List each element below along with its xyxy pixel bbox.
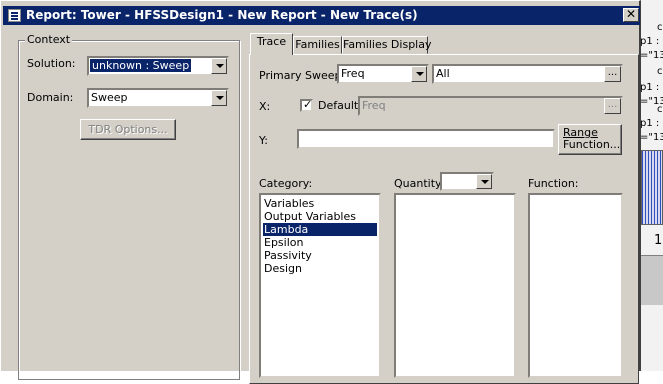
check-icon: ✓ xyxy=(303,98,313,111)
bg-text: 1 xyxy=(654,233,663,248)
bg-text: p1 : xyxy=(640,36,660,47)
primary-sweep-range-field[interactable]: All ... xyxy=(432,64,623,84)
x-expression-value: Freq xyxy=(362,99,386,112)
bg-text: c xyxy=(657,104,663,115)
quantity-filter-dropdown[interactable] xyxy=(440,172,494,191)
solution-label: Solution: xyxy=(27,57,76,70)
default-checkbox[interactable]: ✓ xyxy=(300,98,313,112)
function-label: Function: xyxy=(528,177,579,190)
y-label: Y: xyxy=(259,134,268,147)
bg-text: c xyxy=(657,66,663,77)
x-expression-field[interactable]: Freq ... xyxy=(358,96,623,116)
title-bar[interactable]: Report: Tower - HFSSDesign1 - New Report… xyxy=(3,6,640,25)
list-item[interactable]: Passivity xyxy=(263,249,312,262)
domain-label: Domain: xyxy=(27,91,74,104)
default-label: Default xyxy=(318,99,359,112)
primary-sweep-label: Primary Sweep: xyxy=(259,69,346,82)
window-title: Report: Tower - HFSSDesign1 - New Report… xyxy=(26,8,418,22)
primary-sweep-range-value: All xyxy=(436,67,450,80)
domain-value: Sweep xyxy=(91,91,128,104)
chevron-down-icon[interactable] xyxy=(211,58,227,74)
function-list[interactable] xyxy=(528,193,623,378)
list-item[interactable]: Variables xyxy=(263,197,314,210)
bg-text: p1 : xyxy=(640,118,660,129)
category-list[interactable]: Variables Output Variables Lambda Epsilo… xyxy=(259,193,381,378)
tdr-options-button[interactable]: TDR Options... xyxy=(80,119,176,140)
primary-sweep-dropdown[interactable]: Freq xyxy=(337,64,429,84)
bg-text: ="13 xyxy=(640,132,663,143)
list-item[interactable]: Output Variables xyxy=(263,210,356,223)
x-label: X: xyxy=(259,100,271,113)
y-expression-field[interactable] xyxy=(297,129,555,149)
quantity-list[interactable] xyxy=(394,193,516,378)
list-item[interactable]: Design xyxy=(263,262,302,275)
list-item[interactable]: Epsilon xyxy=(263,236,303,249)
tab-families[interactable]: Families xyxy=(293,36,342,54)
tab-families-display[interactable]: Families Display xyxy=(342,36,431,54)
chevron-down-icon[interactable] xyxy=(476,174,492,189)
list-item[interactable]: Lambda xyxy=(263,223,377,236)
chevron-down-icon[interactable] xyxy=(411,66,427,82)
quantity-label: Quantity: xyxy=(394,177,445,190)
primary-sweep-ellipsis-button[interactable]: ... xyxy=(604,66,621,82)
chevron-down-icon[interactable] xyxy=(211,90,227,106)
solution-value: unknown : Sweep xyxy=(90,59,192,72)
bg-text: c xyxy=(657,22,663,33)
range-function-button[interactable]: Range Function... xyxy=(558,124,622,155)
close-icon: ✕ xyxy=(625,7,637,21)
x-ellipsis-button[interactable]: ... xyxy=(604,98,621,114)
category-label: Category: xyxy=(259,177,313,190)
bg-text: p1 : xyxy=(640,82,660,93)
report-icon xyxy=(8,9,21,22)
domain-dropdown[interactable]: Sweep xyxy=(87,88,229,108)
context-group-label: Context xyxy=(25,33,73,46)
background-plot xyxy=(641,150,663,225)
range-function-line2: Function... xyxy=(563,138,621,151)
solution-dropdown[interactable]: unknown : Sweep xyxy=(87,56,229,76)
bg-text: ="13 xyxy=(640,50,663,61)
close-button[interactable]: ✕ xyxy=(623,8,639,22)
tab-trace[interactable]: Trace xyxy=(250,33,293,55)
primary-sweep-value: Freq xyxy=(341,67,365,80)
background-region xyxy=(641,255,663,305)
report-dialog: Report: Tower - HFSSDesign1 - New Report… xyxy=(0,0,641,384)
